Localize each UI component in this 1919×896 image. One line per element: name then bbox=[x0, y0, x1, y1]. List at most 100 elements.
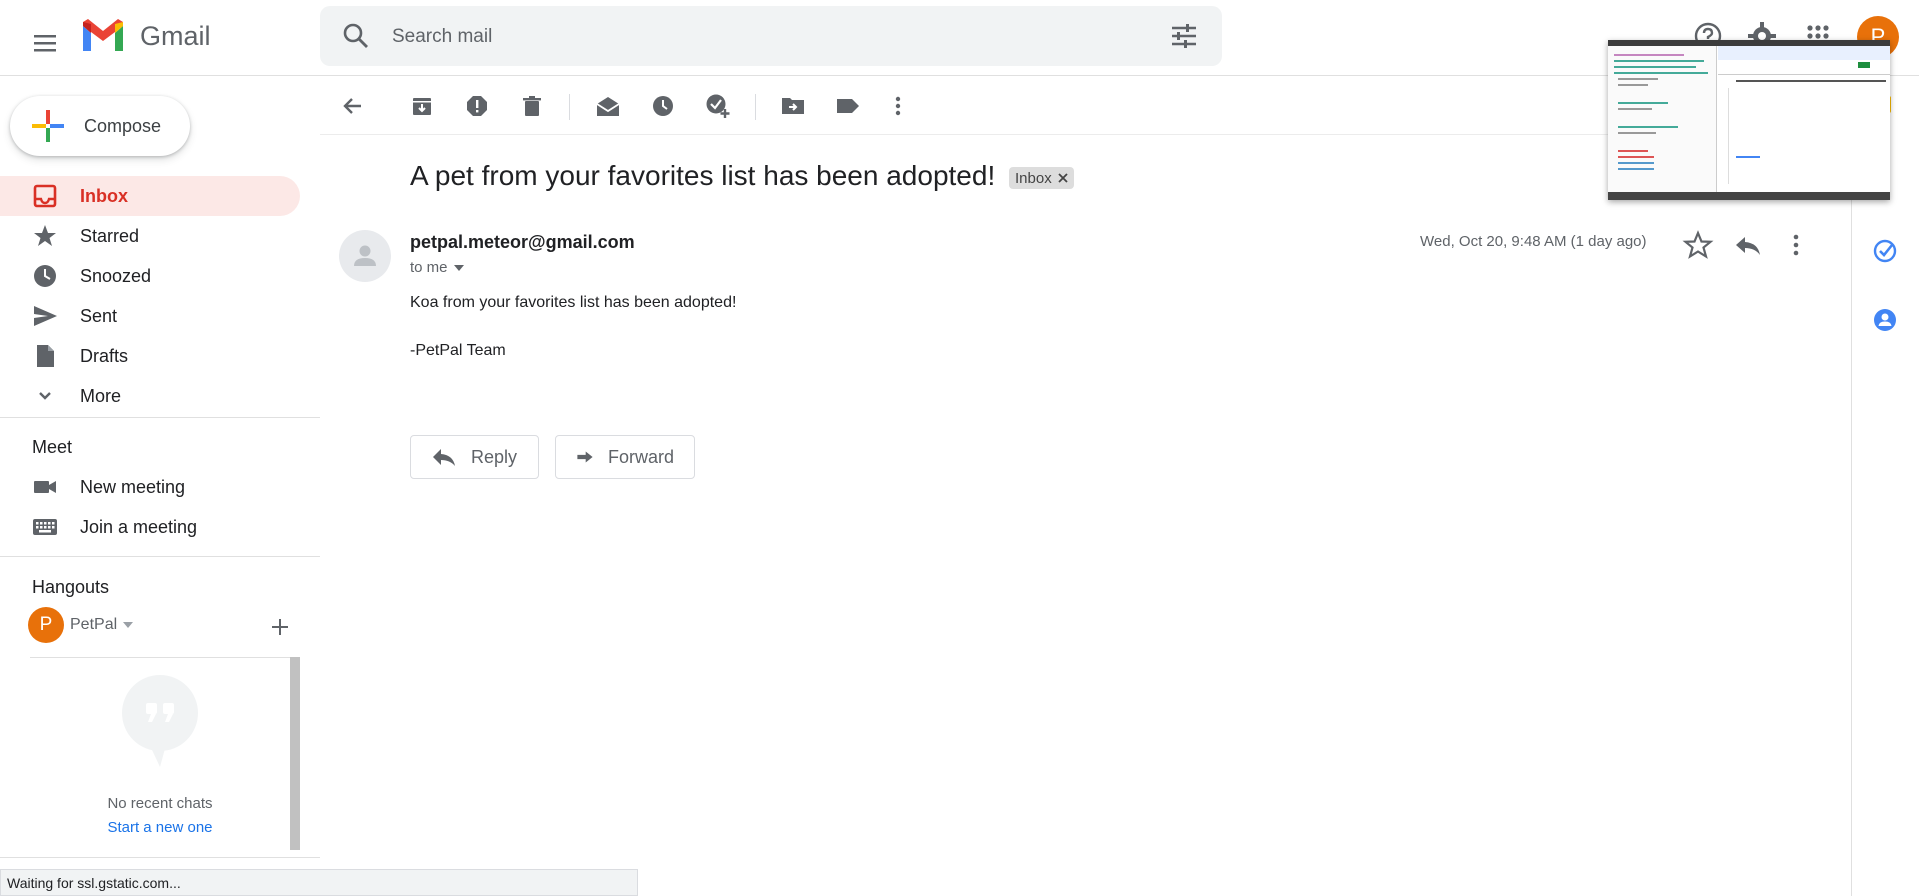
chevron-down-icon bbox=[39, 392, 51, 400]
archive-button[interactable] bbox=[402, 86, 442, 126]
report-spam-button[interactable] bbox=[457, 86, 497, 126]
plus-icon bbox=[272, 619, 288, 635]
arrow-back-icon bbox=[343, 98, 361, 114]
chat-scrollbar[interactable] bbox=[290, 657, 300, 850]
sidebar-divider bbox=[0, 857, 320, 858]
sidebar-item-drafts[interactable]: Drafts bbox=[0, 336, 300, 376]
hangouts-section-title: Hangouts bbox=[32, 577, 110, 597]
delete-button[interactable] bbox=[512, 86, 552, 126]
thumbnail-spreadsheet-pane bbox=[1718, 46, 1890, 192]
mark-unread-button[interactable] bbox=[588, 86, 628, 126]
tune-icon bbox=[1172, 24, 1196, 48]
hangouts-chat-panel: No recent chats Start a new one bbox=[30, 657, 300, 852]
more-vert-icon bbox=[1793, 234, 1799, 256]
contacts-icon bbox=[1874, 309, 1896, 331]
reply-label: Reply bbox=[471, 446, 518, 467]
label-chip-text: Inbox bbox=[1015, 169, 1052, 187]
contacts-app-button[interactable] bbox=[1872, 307, 1898, 333]
hangouts-user-name: PetPal bbox=[70, 616, 118, 633]
caret-down-icon bbox=[123, 622, 134, 628]
move-to-folder-icon bbox=[782, 98, 804, 114]
add-task-icon bbox=[706, 94, 730, 118]
add-to-tasks-button[interactable] bbox=[698, 86, 738, 126]
new-conversation-button[interactable] bbox=[266, 613, 294, 641]
hamburger-icon bbox=[34, 35, 56, 52]
move-to-button[interactable] bbox=[773, 86, 813, 126]
keyboard-icon bbox=[33, 519, 57, 535]
video-camera-icon bbox=[34, 481, 56, 493]
sender-email[interactable]: petpal.meteor@gmail.com bbox=[410, 232, 635, 253]
browser-status-bar: Waiting for ssl.gstatic.com... bbox=[0, 869, 638, 896]
sender-avatar[interactable] bbox=[339, 230, 391, 282]
search-bar[interactable] bbox=[320, 6, 1222, 66]
search-button[interactable] bbox=[340, 20, 372, 52]
message-more-button[interactable] bbox=[1778, 227, 1814, 263]
reply-icon-button[interactable] bbox=[1730, 227, 1766, 263]
hangouts-user-avatar[interactable]: P bbox=[28, 607, 64, 643]
hangouts-user-menu[interactable]: PetPal bbox=[70, 616, 134, 634]
sidebar-item-label: Snoozed bbox=[80, 265, 152, 286]
forward-button[interactable]: Forward bbox=[555, 435, 695, 479]
sidebar-divider bbox=[0, 417, 320, 418]
search-icon bbox=[343, 23, 368, 48]
screenshot-thumbnail[interactable] bbox=[1608, 40, 1890, 200]
recipient-text: to me bbox=[410, 259, 448, 276]
gmail-m-icon bbox=[83, 19, 123, 51]
email-body-line: Koa from your favorites list has been ad… bbox=[410, 294, 737, 311]
join-meeting-item[interactable]: Join a meeting bbox=[0, 507, 300, 547]
new-meeting-label: New meeting bbox=[80, 476, 186, 497]
sidebar-item-more[interactable]: More bbox=[0, 376, 300, 416]
star-icon bbox=[34, 225, 56, 246]
sidebar-item-label: Inbox bbox=[80, 185, 128, 206]
no-chats-text: No recent chats bbox=[107, 795, 213, 812]
reply-icon bbox=[1736, 237, 1760, 255]
toolbar-separator bbox=[755, 94, 756, 120]
more-vert-icon bbox=[895, 96, 901, 116]
trash-icon bbox=[523, 96, 541, 116]
thumbnail-code-pane bbox=[1608, 46, 1717, 192]
mail-open-icon bbox=[596, 97, 620, 116]
app-name: Gmail bbox=[140, 20, 211, 51]
quote-bubble-icon bbox=[122, 675, 198, 767]
sidebar-item-label: More bbox=[80, 385, 122, 406]
tasks-icon bbox=[1873, 239, 1897, 263]
forward-icon bbox=[577, 451, 593, 463]
gmail-logo[interactable]: Gmail bbox=[80, 18, 211, 54]
recipient-details[interactable]: to me bbox=[410, 259, 464, 276]
compose-button[interactable]: Compose bbox=[10, 96, 190, 156]
reply-button[interactable]: Reply bbox=[410, 435, 539, 479]
forward-label: Forward bbox=[607, 446, 674, 467]
clock-icon bbox=[653, 96, 673, 116]
sidebar-item-label: Drafts bbox=[80, 345, 129, 366]
thumbnail-dock bbox=[1608, 192, 1890, 200]
reply-icon bbox=[433, 449, 455, 466]
meet-section-title: Meet bbox=[32, 437, 73, 457]
sidebar-item-sent[interactable]: Sent bbox=[0, 296, 300, 336]
snooze-button[interactable] bbox=[643, 86, 683, 126]
star-button[interactable] bbox=[1680, 227, 1716, 263]
sidebar-divider bbox=[0, 556, 320, 557]
main-menu-button[interactable] bbox=[22, 20, 70, 68]
close-icon[interactable] bbox=[1058, 173, 1068, 183]
new-meeting-item[interactable]: New meeting bbox=[0, 467, 300, 507]
tasks-app-button[interactable] bbox=[1872, 238, 1898, 264]
person-icon bbox=[354, 245, 376, 266]
report-icon bbox=[467, 96, 487, 116]
sidebar-item-label: Sent bbox=[80, 305, 118, 326]
start-new-chat-link[interactable]: Start a new one bbox=[30, 819, 290, 836]
status-text: Waiting for ssl.gstatic.com... bbox=[7, 874, 181, 891]
labels-button[interactable] bbox=[828, 86, 868, 126]
sidebar-item-starred[interactable]: Starred bbox=[0, 216, 300, 256]
label-icon bbox=[837, 99, 859, 113]
draft-icon bbox=[37, 345, 54, 367]
search-input[interactable] bbox=[390, 20, 1094, 54]
star-outline-icon bbox=[1682, 230, 1714, 259]
clock-icon bbox=[34, 265, 56, 287]
compose-plus-icon bbox=[32, 110, 64, 142]
more-options-button[interactable] bbox=[878, 86, 918, 126]
back-button[interactable] bbox=[333, 86, 373, 126]
sidebar-item-inbox[interactable]: Inbox bbox=[0, 176, 300, 216]
sidebar-item-snoozed[interactable]: Snoozed bbox=[0, 256, 300, 296]
search-options-button[interactable] bbox=[1168, 20, 1200, 52]
toolbar-separator bbox=[569, 94, 570, 120]
